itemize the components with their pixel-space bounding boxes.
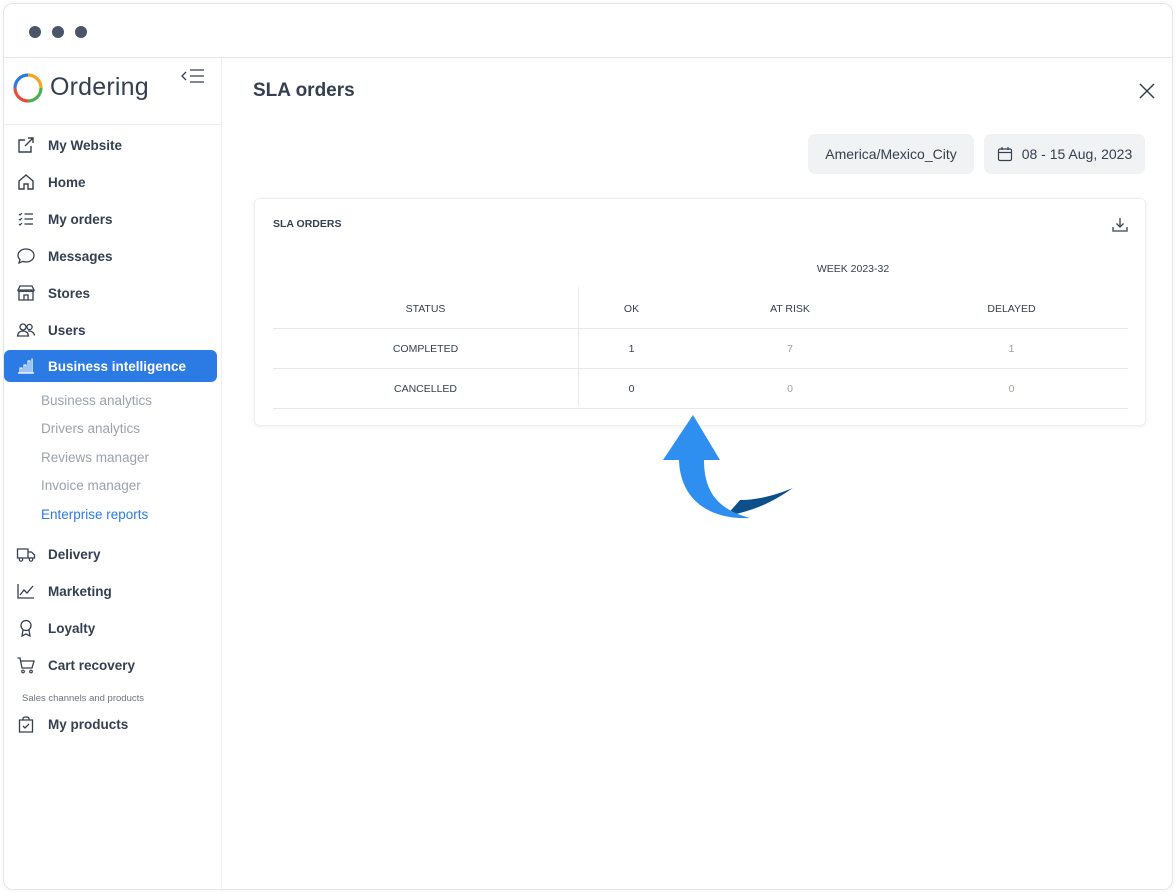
column-header-delayed: DELAYED [987,302,1036,315]
sidebar-item-label: Messages [48,248,113,264]
cart-icon [16,655,36,675]
sidebar-item-messages[interactable]: Messages [4,240,217,272]
date-range-picker[interactable]: 08 - 15 Aug, 2023 [984,134,1145,174]
sla-orders-card: SLA ORDERS WEEK 2023-32 STATUS OK AT RIS… [254,198,1146,426]
sidebar-item-delivery[interactable]: Delivery [4,538,217,570]
window-dot-icon[interactable] [75,26,87,38]
close-icon [1139,83,1155,99]
window-titlebar [4,4,1172,58]
external-link-icon [16,135,36,155]
truck-icon [16,544,36,564]
sidebar-item-users[interactable]: Users [4,314,217,346]
close-button[interactable] [1136,80,1158,102]
table-cell: COMPLETED [392,342,459,355]
section-label: Sales channels and products [22,693,144,704]
pointer-arrow-icon [663,415,793,519]
column-header-status: STATUS [405,302,446,315]
app-window: Ordering My Website Home My orders Messa… [3,3,1173,890]
column-header-at-risk: AT RISK [770,302,810,315]
table-cell: 0 [628,382,635,395]
timezone-value: America/Mexico_City [825,146,957,162]
chat-icon [16,246,36,266]
bag-check-icon [16,714,36,734]
brand-name: Ordering [50,73,149,101]
card-title: SLA ORDERS [273,218,342,230]
sidebar-item-label: Users [48,322,86,338]
table-cell: 0 [787,382,793,395]
table-row: COMPLETED 1 7 1 [273,329,1128,369]
sidebar-item-label: Stores [48,285,91,301]
subitem-drivers-analytics[interactable]: Drivers analytics [41,421,140,436]
sidebar-item-my-website[interactable]: My Website [4,129,217,161]
download-button[interactable] [1111,216,1129,234]
window-dot-icon[interactable] [52,26,64,38]
store-icon [16,283,36,303]
window-dot-icon[interactable] [29,26,41,38]
sidebar-item-my-orders[interactable]: My orders [4,203,217,235]
sidebar-item-cart-recovery[interactable]: Cart recovery [4,649,217,681]
bar-chart-icon [16,356,36,376]
timezone-selector[interactable]: America/Mexico_City [808,134,974,174]
sidebar-item-label: Loyalty [48,620,96,636]
table-cell: 1 [628,342,635,355]
table-row: CANCELLED 0 0 0 [273,369,1128,409]
collapse-menu-icon [181,69,204,83]
subitem-business-analytics[interactable]: Business analytics [41,393,152,408]
subitem-reviews-manager[interactable]: Reviews manager [41,450,149,465]
sidebar: Ordering My Website Home My orders Messa… [4,58,222,889]
date-range-value: 08 - 15 Aug, 2023 [1021,146,1133,162]
download-icon [1112,218,1128,232]
table-header-row: STATUS OK AT RISK DELAYED [273,289,1128,329]
sidebar-item-label: Delivery [48,546,101,562]
sidebar-item-my-products[interactable]: My products [4,708,217,740]
sidebar-item-marketing[interactable]: Marketing [4,575,217,607]
sidebar-item-home[interactable]: Home [4,166,217,198]
line-chart-icon [16,581,36,601]
table-cell: 1 [1008,342,1015,355]
sidebar-item-label: My products [48,716,129,732]
award-icon [16,618,36,638]
collapse-sidebar-button[interactable] [180,66,208,86]
table-cell: 7 [787,342,793,355]
week-header: WEEK 2023-32 [816,263,890,275]
sidebar-item-loyalty[interactable]: Loyalty [4,612,217,644]
page-title: SLA orders [253,80,355,101]
sidebar-item-label: Business intelligence [48,358,187,374]
sidebar-item-business-intelligence[interactable]: Business intelligence [4,350,217,382]
table-cell: 0 [1008,382,1015,395]
sidebar-item-label: Marketing [48,583,112,599]
ordering-logo-icon [13,73,43,103]
sidebar-item-label: My orders [48,211,113,227]
home-icon [16,172,36,192]
subitem-invoice-manager[interactable]: Invoice manager [41,478,141,493]
list-icon [16,209,36,229]
subitem-enterprise-reports[interactable]: Enterprise reports [41,507,148,522]
sidebar-item-label: Home [48,174,86,190]
sidebar-item-stores[interactable]: Stores [4,277,217,309]
sidebar-item-label: My Website [48,137,123,153]
divider [4,124,221,125]
table-cell: CANCELLED [393,382,458,395]
sidebar-item-label: Cart recovery [48,657,136,673]
column-header-ok: OK [623,302,640,315]
calendar-icon [997,147,1012,162]
users-icon [16,320,36,340]
